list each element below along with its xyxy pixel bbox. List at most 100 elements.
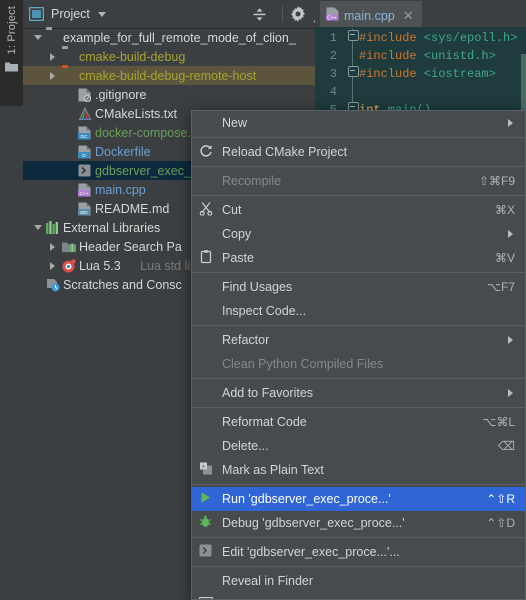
cpp-file-icon: C++ xyxy=(326,7,339,24)
menu-separator xyxy=(192,137,525,138)
tree-row[interactable]: cmake-build-debug xyxy=(23,47,315,66)
chevron-down-icon[interactable] xyxy=(34,225,42,230)
menu-item-shortcut: ⇧⌘F9 xyxy=(478,174,515,188)
menu-item-label: Add to Favorites xyxy=(222,386,314,400)
svg-text:D: D xyxy=(82,153,86,159)
menu-item[interactable]: Reveal in Finder xyxy=(192,569,525,593)
tool-tab-project[interactable]: 1: Project xyxy=(0,0,23,106)
svg-text:C++: C++ xyxy=(79,191,88,197)
menu-item[interactable]: Reload CMake Project xyxy=(192,140,525,164)
menu-item[interactable]: Cut ⌘X xyxy=(192,198,525,222)
tab-main-cpp[interactable]: C++ main.cpp ✕ xyxy=(320,1,422,28)
chevron-down-icon[interactable] xyxy=(97,11,106,17)
menu-item-shortcut: ⌫ xyxy=(498,439,515,453)
menu-separator xyxy=(192,378,525,379)
run-icon xyxy=(199,491,212,507)
menu-item[interactable]: Debug 'gdbserver_exec_proce...' ⌃⇧D xyxy=(192,511,525,535)
tree-row-icon: MD xyxy=(78,202,91,219)
menu-item-label: New xyxy=(222,116,248,130)
menu-item-label: Mark as Plain Text xyxy=(222,463,324,477)
dockerfile-icon: D xyxy=(78,145,91,162)
menu-separator xyxy=(192,484,525,485)
line-number: 3 xyxy=(329,67,337,81)
tree-row-icon xyxy=(78,106,92,124)
menu-item[interactable]: New xyxy=(192,111,525,135)
tree-row-label: CMakeLists.txt xyxy=(95,106,177,121)
code-keyword: #include xyxy=(359,67,417,81)
submenu-arrow-icon xyxy=(508,389,513,397)
tree-row-label: Scratches and Consc xyxy=(63,277,182,292)
menu-item-label: Reload CMake Project xyxy=(222,145,348,159)
menu-item: Recompile ⇧⌘F9 xyxy=(192,169,525,193)
project-panel-header: Project xyxy=(23,0,328,29)
menu-separator xyxy=(192,166,525,167)
tree-row[interactable]: cmake-build-debug-remote-host xyxy=(23,66,315,85)
menu-item[interactable]: Refactor xyxy=(192,328,525,352)
menu-item[interactable]: Reformat Code ⌥⌘L xyxy=(192,410,525,434)
menu-item-label: Clean Python Compiled Files xyxy=(222,357,384,371)
menu-item[interactable]: Paste ⌘V xyxy=(192,246,525,270)
menu-item-shortcut: ⌥F7 xyxy=(487,280,515,294)
tree-row-label: Header Search Pa xyxy=(79,239,182,254)
menu-item-shortcut: ⌘X xyxy=(494,203,515,217)
tree-row-icon: C++ xyxy=(78,183,91,200)
submenu-arrow-icon xyxy=(508,119,513,127)
chevron-right-icon[interactable] xyxy=(50,261,55,270)
tree-row-label: main.cpp xyxy=(95,182,146,197)
menu-item[interactable]: x Mark as Plain Text xyxy=(192,458,525,482)
submenu-arrow-icon xyxy=(508,336,513,344)
fold-marker-icon[interactable] xyxy=(348,30,359,41)
collapse-all-icon[interactable] xyxy=(252,7,267,25)
menu-item[interactable]: Edit 'gdbserver_exec_proce...'... xyxy=(192,540,525,564)
menu-item[interactable]: Inspect Code... xyxy=(192,299,525,323)
code-header-name: <unistd.h> xyxy=(416,49,496,63)
menu-item[interactable]: Run 'gdbserver_exec_proce...' ⌃⇧R xyxy=(192,487,525,511)
menu-separator xyxy=(192,537,525,538)
menu-item[interactable]: Add to Favorites xyxy=(192,381,525,405)
chevron-right-icon[interactable] xyxy=(50,52,55,61)
chevron-right-icon[interactable] xyxy=(50,71,55,80)
tree-row[interactable]: .gitignore xyxy=(23,85,315,104)
menu-item-label: Reformat Code xyxy=(222,415,307,429)
edit-config-icon xyxy=(199,544,212,560)
code-header-name: <sys/epoll.h> xyxy=(416,31,518,45)
menu-separator xyxy=(192,407,525,408)
tree-row-label: Lua 5.3 xyxy=(79,258,121,273)
code-line: #include <sys/epoll.h> xyxy=(359,31,517,45)
code-keyword: #include xyxy=(359,31,417,45)
tree-row-label: External Libraries xyxy=(63,220,161,235)
menu-item-label: Run 'gdbserver_exec_proce...' xyxy=(222,492,391,506)
tree-row-icon xyxy=(46,221,60,237)
svg-text:MD: MD xyxy=(80,210,88,216)
markdown-file-icon: MD xyxy=(78,202,91,219)
menu-item[interactable]: Delete... ⌫ xyxy=(192,434,525,458)
menu-item-shortcut: ⌃⇧R xyxy=(486,492,515,506)
scratches-icon xyxy=(46,279,60,295)
close-icon[interactable]: ✕ xyxy=(403,8,414,24)
cmake-file-icon xyxy=(78,106,92,124)
line-number: 2 xyxy=(329,49,337,63)
gear-icon[interactable] xyxy=(290,6,306,25)
tree-row-icon xyxy=(46,278,60,295)
chevron-down-icon[interactable] xyxy=(34,35,42,40)
editor-tab-bar: C++ main.cpp ✕ xyxy=(315,0,526,28)
menu-separator xyxy=(192,195,525,196)
tree-row[interactable]: example_for_full_remote_mode_of_clion_ xyxy=(23,28,315,47)
menu-item-label: Reveal in Finder xyxy=(222,574,314,588)
tree-row-label: example_for_full_remote_mode_of_clion_ xyxy=(63,30,296,45)
menu-item[interactable]: Open in Terminal xyxy=(192,593,525,599)
tab-label: main.cpp xyxy=(344,8,395,23)
project-window-icon xyxy=(28,6,45,24)
code-keyword: #include xyxy=(359,49,417,63)
lua-icon xyxy=(62,259,76,276)
menu-item[interactable]: Copy xyxy=(192,222,525,246)
chevron-right-icon[interactable] xyxy=(50,242,55,251)
fold-marker-icon[interactable] xyxy=(348,66,359,77)
context-menu[interactable]: New Reload CMake Project Recompile ⇧⌘F9 Cut ⌘… xyxy=(191,110,526,600)
menu-item[interactable]: Find Usages ⌥F7 xyxy=(192,275,525,299)
tree-row-label: cmake-build-debug xyxy=(79,49,186,64)
tree-row-icon xyxy=(78,164,91,180)
menu-separator xyxy=(192,566,525,567)
svg-text:C++: C++ xyxy=(327,15,337,21)
menu-item-shortcut: ⌥⌘L xyxy=(482,415,515,429)
